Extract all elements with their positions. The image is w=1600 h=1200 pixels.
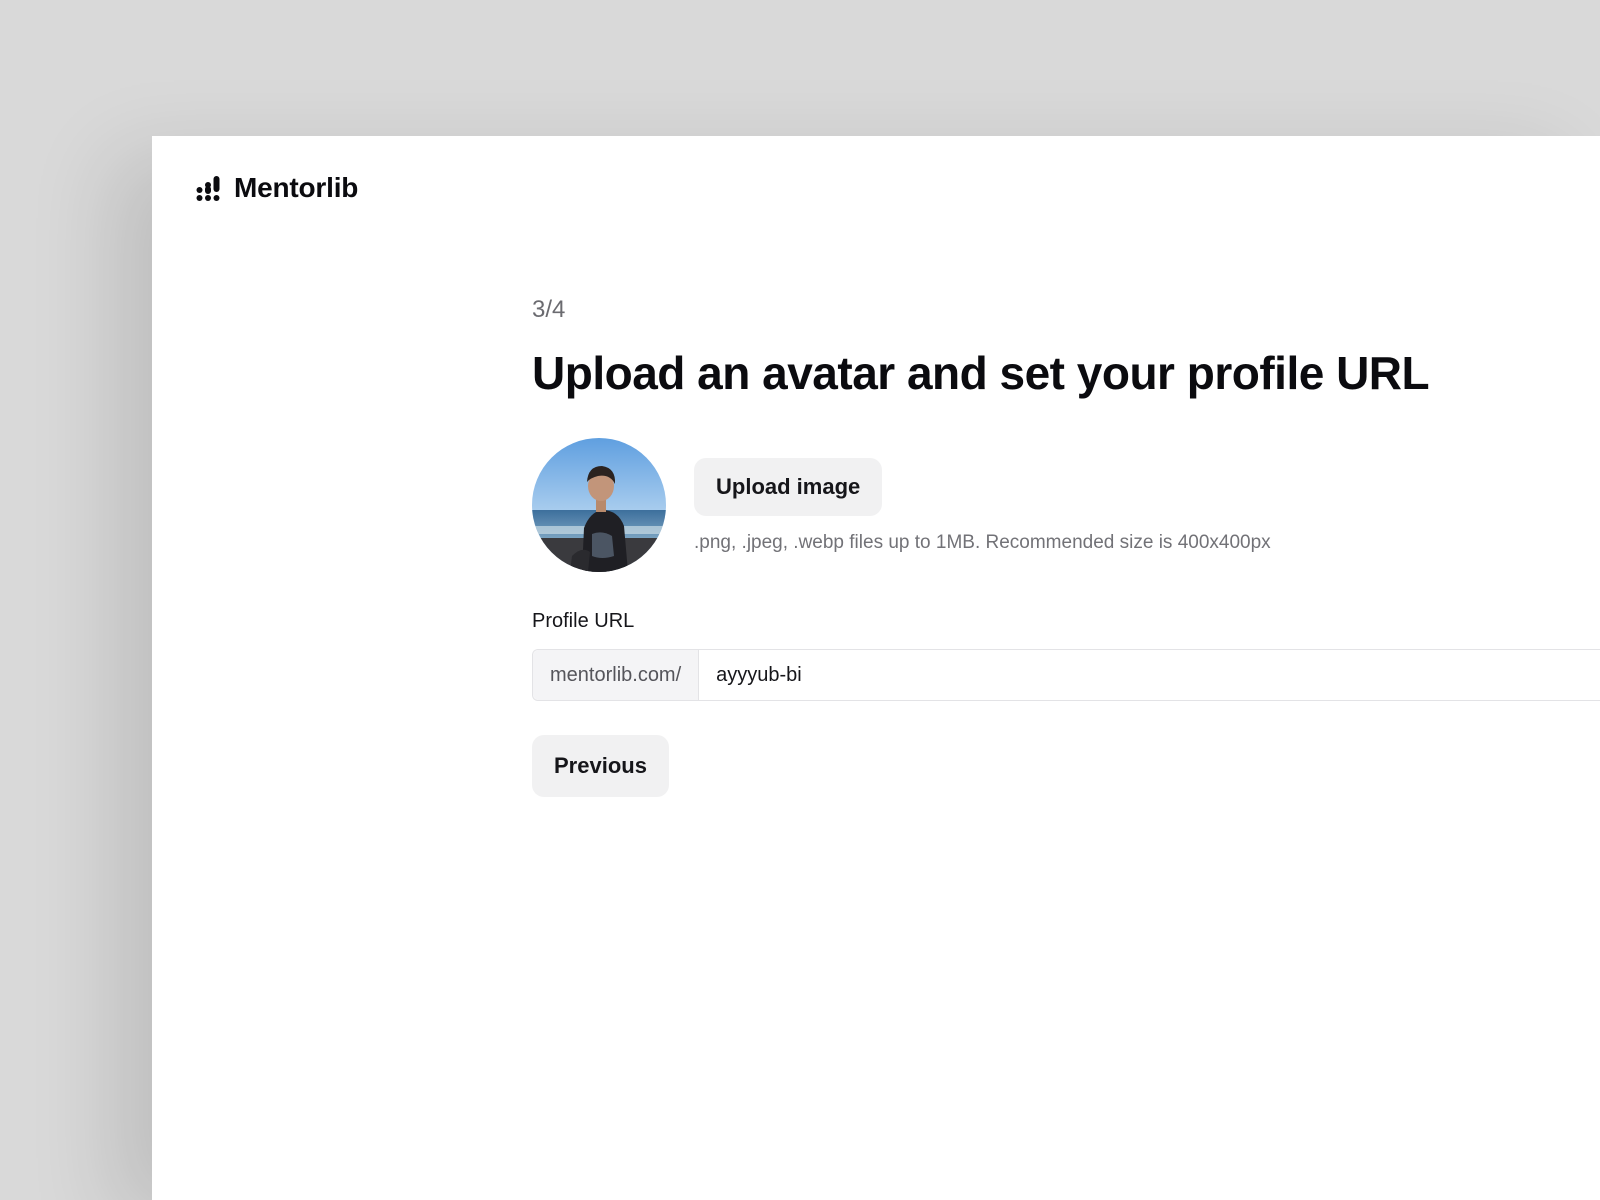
upload-image-button[interactable]: Upload image xyxy=(694,458,883,516)
profile-url-input[interactable] xyxy=(699,650,1600,700)
previous-button[interactable]: Previous xyxy=(532,735,669,797)
brand-name: Mentorlib xyxy=(234,172,359,203)
onboarding-content: 3/4 Upload an avatar and set your profil… xyxy=(532,296,1600,797)
backdrop: Mentorlib 3/4 Upload an avatar and set y… xyxy=(0,0,1600,1200)
avatar xyxy=(532,438,666,572)
avatar-section: Upload image .png, .jpeg, .webp files up… xyxy=(532,438,1600,572)
brand-logo[interactable]: Mentorlib xyxy=(196,172,358,204)
profile-url-field: mentorlib.com/ xyxy=(532,649,1600,701)
profile-url-label: Profile URL xyxy=(532,610,635,632)
profile-url-prefix: mentorlib.com/ xyxy=(533,650,700,700)
onboarding-window: Mentorlib 3/4 Upload an avatar and set y… xyxy=(152,136,1600,1200)
mentorlib-logo-icon xyxy=(196,176,220,201)
upload-column: Upload image .png, .jpeg, .webp files up… xyxy=(694,438,1271,554)
page-title: Upload an avatar and set your profile UR… xyxy=(532,347,1430,399)
step-indicator: 3/4 xyxy=(532,296,566,323)
user-avatar-photo xyxy=(532,438,666,572)
upload-hint: .png, .jpeg, .webp files up to 1MB. Reco… xyxy=(694,532,1271,553)
